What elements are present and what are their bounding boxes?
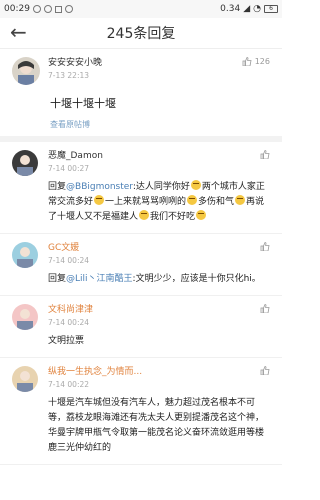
like-button[interactable] (260, 304, 270, 313)
comment-username[interactable]: GC文媛 (48, 242, 260, 255)
thumbs-up-icon (260, 242, 270, 251)
comment-item: 恶魔_Damon 7-14 00:27 回复@BBigmonster:达人同学你… (0, 142, 282, 234)
avatar[interactable] (12, 57, 40, 85)
signal-icon: ◢ (243, 4, 251, 14)
post-username[interactable]: 安安安安小晚 (48, 57, 242, 70)
comment-list: 恶魔_Damon 7-14 00:27 回复@BBigmonster:达人同学你… (0, 142, 282, 465)
comment-body: 回复@BBigmonster:达人同学你好 两个城市人家正常交流多好 一上来就骂骂咧… (48, 180, 265, 222)
thumbs-up-icon (260, 366, 270, 375)
comment-body: 文明拉票 (48, 336, 85, 346)
comment-item: 纵我一生执念_为情而... 7-14 00:22 十堰是汽车城但没有汽车人，魅力… (0, 358, 282, 465)
thumbs-up-icon (242, 57, 252, 66)
comment-time: 7-14 00:24 (48, 318, 90, 327)
comment-time: 7-14 00:27 (48, 164, 90, 173)
emoji-icon (196, 210, 207, 220)
original-post: 安安安安小晚 7-13 22:13 126 十堰十堰十堰 查看原帖博 (0, 49, 282, 142)
like-count: 126 (254, 57, 270, 66)
thumbs-up-icon (260, 304, 270, 313)
status-left: 00:29 (4, 4, 73, 14)
comment-time: 7-14 00:24 (48, 256, 90, 265)
status-right: 0.34 ◢ ◔ 6 (220, 4, 278, 14)
like-button[interactable] (260, 150, 270, 159)
post-time: 7-13 22:13 (48, 71, 90, 80)
network-speed: 0.34 (220, 4, 241, 14)
app-icon (64, 5, 73, 13)
page-title: 245条回复 (106, 26, 176, 42)
notification-icon (32, 5, 41, 13)
mention-link[interactable]: @Lili丶江南酷王 (66, 274, 133, 284)
comment-time: 7-14 00:22 (48, 380, 90, 389)
comment-username[interactable]: 恶魔_Damon (48, 150, 260, 163)
avatar[interactable] (12, 304, 38, 330)
emoji-icon (235, 195, 246, 205)
emoji-icon (190, 180, 201, 190)
post-content: 十堰十堰十堰 (50, 97, 116, 110)
like-button[interactable] (260, 242, 270, 251)
emoji-icon (187, 195, 198, 205)
comment-username[interactable]: 文科尚津津 (48, 304, 260, 317)
avatar[interactable] (12, 150, 38, 176)
comment-item: GC文媛 7-14 00:24 回复@Lili丶江南酷王:文明少少，应该是十你只… (0, 234, 282, 296)
like-button[interactable] (260, 366, 270, 375)
mention-link[interactable]: @BBigmonster (66, 182, 133, 192)
battery-icon: 6 (264, 5, 278, 13)
battery-level: 6 (269, 5, 273, 12)
thumbs-up-icon (260, 150, 270, 159)
avatar[interactable] (12, 242, 38, 268)
comment-body: 回复@Lili丶江南酷王:文明少少，应该是十你只化hi。 (48, 274, 261, 284)
sync-icon (43, 5, 52, 13)
comment-item: 文科尚津津 7-14 00:24 文明拉票 (0, 296, 282, 358)
back-arrow-icon[interactable]: ← (10, 22, 27, 42)
like-button[interactable]: 126 (242, 57, 270, 66)
emoji-icon (94, 195, 105, 205)
wifi-icon: ◔ (253, 4, 261, 14)
view-original-link[interactable]: 查看原帖博 (50, 119, 270, 130)
comment-username[interactable]: 纵我一生执念_为情而... (48, 366, 260, 379)
clock: 00:29 (4, 4, 30, 14)
avatar[interactable] (12, 366, 38, 392)
comment-body: 十堰是汽车城但没有汽车人，魅力超过茂名根本不可等，荔枝龙眼海滩还有冼太夫人更别提… (48, 398, 265, 453)
chat-icon (54, 5, 62, 13)
status-bar: 00:29 0.34 ◢ ◔ 6 (0, 0, 282, 18)
emoji-icon (139, 210, 150, 220)
header: ← 245条回复 (0, 18, 282, 49)
